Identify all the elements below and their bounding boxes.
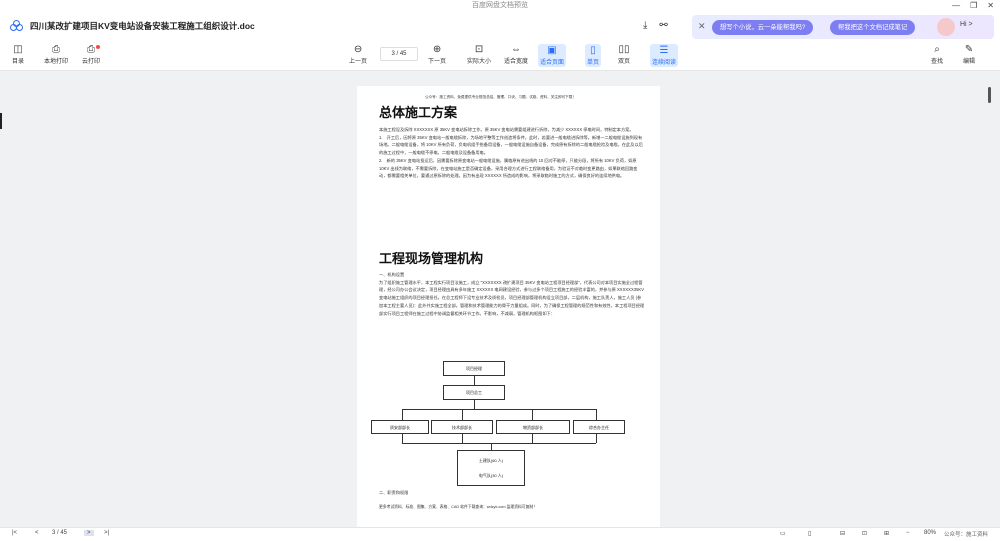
share-icon[interactable]: ⚯ <box>659 20 667 31</box>
notification-dot <box>96 45 100 49</box>
double-page-button[interactable]: ▯▯ 双页 <box>618 44 630 65</box>
document-title: 四川某改扩建项目KV变电站设备安装工程施工组织设计.doc <box>30 21 255 31</box>
local-print-button[interactable]: ⎙ 本地打印 <box>44 44 68 65</box>
org-connector <box>532 434 533 443</box>
actual-size-button[interactable]: ⊡ 实际大小 <box>467 44 491 65</box>
scrollbar-thumb[interactable] <box>988 87 991 103</box>
cloud-printer-icon: ⎙ <box>87 44 95 55</box>
close-button[interactable]: ✕ <box>987 0 994 11</box>
prev-page-button[interactable]: ⊖ 上一页 <box>349 44 367 65</box>
view-mode-icon[interactable]: ▯ <box>808 530 811 537</box>
paragraph-organization: 一、机构设置 为了组织施工管理水平，本工程实行项目法施工，成立 "XXXXXXX… <box>379 272 645 316</box>
page-indicator[interactable]: 3 / 45 <box>380 47 418 61</box>
fit-page-icon: ▣ <box>547 45 557 56</box>
ai-prompt-notes[interactable]: 帮我把这个文档记成笔记 <box>830 20 916 35</box>
document-page: 公众号：施工资料，免费提供专业规范总结、管理、口诀、习题、试卷、资料，关注即可下… <box>357 86 660 532</box>
org-box-teams: 土建队(60 人) 电气队(30 人) <box>457 450 525 486</box>
page-header: 公众号：施工资料，免费提供专业规范总结、管理、口诀、习题、试卷、资料，关注即可下… <box>425 95 576 99</box>
pencil-icon: ✎ <box>964 44 974 55</box>
baidu-netdisk-logo-icon <box>10 20 24 32</box>
zoom-level[interactable]: 80% <box>924 530 936 536</box>
title-bar: 四川某改扩建项目KV变电站设备安装工程施工组织设计.doc ⤓ ⚯ ✕ 想写个小… <box>0 11 1000 41</box>
arrow-up-circle-icon: ⊖ <box>353 44 363 55</box>
heading-overall-plan: 总体施工方案 <box>379 105 458 120</box>
view-mode-icon[interactable]: ⊞ <box>884 530 889 537</box>
heading-site-management: 工程现场管理机构 <box>379 251 484 266</box>
section-heading-duties: 二、职责和权限 <box>379 490 409 495</box>
assistant-avatar[interactable] <box>937 18 955 36</box>
arrow-down-circle-icon: ⊕ <box>432 44 442 55</box>
window-title: 百度网盘文档预览 <box>0 0 1000 11</box>
org-box-general-office: 综合办主任 <box>573 420 625 434</box>
view-mode-icon[interactable]: ▭ <box>780 530 786 537</box>
org-connector <box>596 409 597 420</box>
continuous-icon: ☰ <box>659 45 669 56</box>
edit-button[interactable]: ✎ 编辑 <box>963 44 975 65</box>
restore-button[interactable]: ❐ <box>970 0 977 11</box>
org-box-technical: 技术部部长 <box>431 420 493 434</box>
fit-page-button[interactable]: ▣ 适合页面 <box>538 44 567 67</box>
ai-prompt-novel[interactable]: 想写个小说，云一朵能帮我吗? <box>712 20 814 35</box>
last-page-icon[interactable]: >| <box>104 530 109 536</box>
org-connector <box>402 409 596 410</box>
ai-assistant-bar: ✕ 想写个小说，云一朵能帮我吗? 帮我把这个文档记成笔记 Hi > <box>692 15 994 39</box>
org-box-quality-safety: 质安部部长 <box>371 420 429 434</box>
org-box-chief-engineer: 项目总工 <box>443 385 505 400</box>
org-box-materials: 物资部部长 <box>496 420 570 434</box>
org-connector <box>474 376 475 385</box>
prev-page-icon[interactable]: < <box>35 530 39 536</box>
status-bar: |< < 3 / 45 > >| ▭ ▯ ⊟ ⊡ ⊞ − 80% 公众号：施工资… <box>0 527 1000 541</box>
page-footer-note: 更多考试资料、标准、图集、方案、表格、CAD 软件下载查询：wdzyk.com … <box>379 505 537 509</box>
search-icon: ⌕ <box>934 44 940 55</box>
single-page-button[interactable]: ▯ 单页 <box>585 44 602 67</box>
window-controls: — ❐ ✕ <box>952 0 994 11</box>
org-connector <box>532 409 533 420</box>
fit-width-button[interactable]: ⇔ 适合宽度 <box>504 44 528 65</box>
view-mode-icon[interactable]: ⊟ <box>840 530 845 537</box>
org-connector <box>402 434 403 443</box>
actual-size-icon: ⊡ <box>474 44 484 55</box>
fit-width-icon: ⇔ <box>511 44 521 55</box>
status-page-indicator[interactable]: 3 / 45 <box>52 530 67 536</box>
org-box-manager: 项目经理 <box>443 361 505 376</box>
find-button[interactable]: ⌕ 查找 <box>931 44 943 65</box>
catalog-icon: ◫ <box>13 44 23 55</box>
paragraph-plan: 本施工程设及拆除 XXXXXXX 原 35KV 变电站拆除工作。原 35KV 变… <box>379 127 643 179</box>
org-team-civil: 土建队(60 人) <box>478 458 504 463</box>
sidebar-toggle-handle[interactable] <box>0 113 2 129</box>
next-page-button[interactable]: ⊕ 下一页 <box>428 44 446 65</box>
org-connector <box>491 443 492 450</box>
minimize-button[interactable]: — <box>952 0 960 11</box>
catalog-button[interactable]: ◫ 目录 <box>12 44 24 65</box>
viewer-toolbar: ◫ 目录 ⎙ 本地打印 ⎙ 云打印 ⊖ 上一页 ⊕ 下一页 ⊡ 实际大小 ⇔ 适合宽度 ▣ 适合… <box>0 41 1000 71</box>
next-page-icon[interactable]: > <box>84 530 94 536</box>
watermark-text: 公众号：施工资料 <box>944 532 989 538</box>
org-connector <box>402 409 403 420</box>
zoom-out-icon[interactable]: − <box>906 530 910 536</box>
org-connector <box>462 409 463 420</box>
printer-icon: ⎙ <box>52 44 60 55</box>
first-page-icon[interactable]: |< <box>12 530 17 536</box>
view-mode-icon[interactable]: ⊡ <box>862 530 867 537</box>
continuous-read-button[interactable]: ☰ 连续阅读 <box>650 44 679 67</box>
single-page-icon: ▯ <box>590 45 596 56</box>
download-icon[interactable]: ⤓ <box>643 20 647 31</box>
double-page-icon: ▯▯ <box>618 44 630 55</box>
org-team-electrical: 电气队(30 人) <box>478 473 504 478</box>
ai-hi-label[interactable]: Hi > <box>960 21 973 28</box>
org-connector <box>474 400 475 409</box>
org-connector <box>402 443 596 444</box>
org-connector <box>596 434 597 443</box>
close-icon[interactable]: ✕ <box>698 21 706 32</box>
org-connector <box>462 434 463 443</box>
